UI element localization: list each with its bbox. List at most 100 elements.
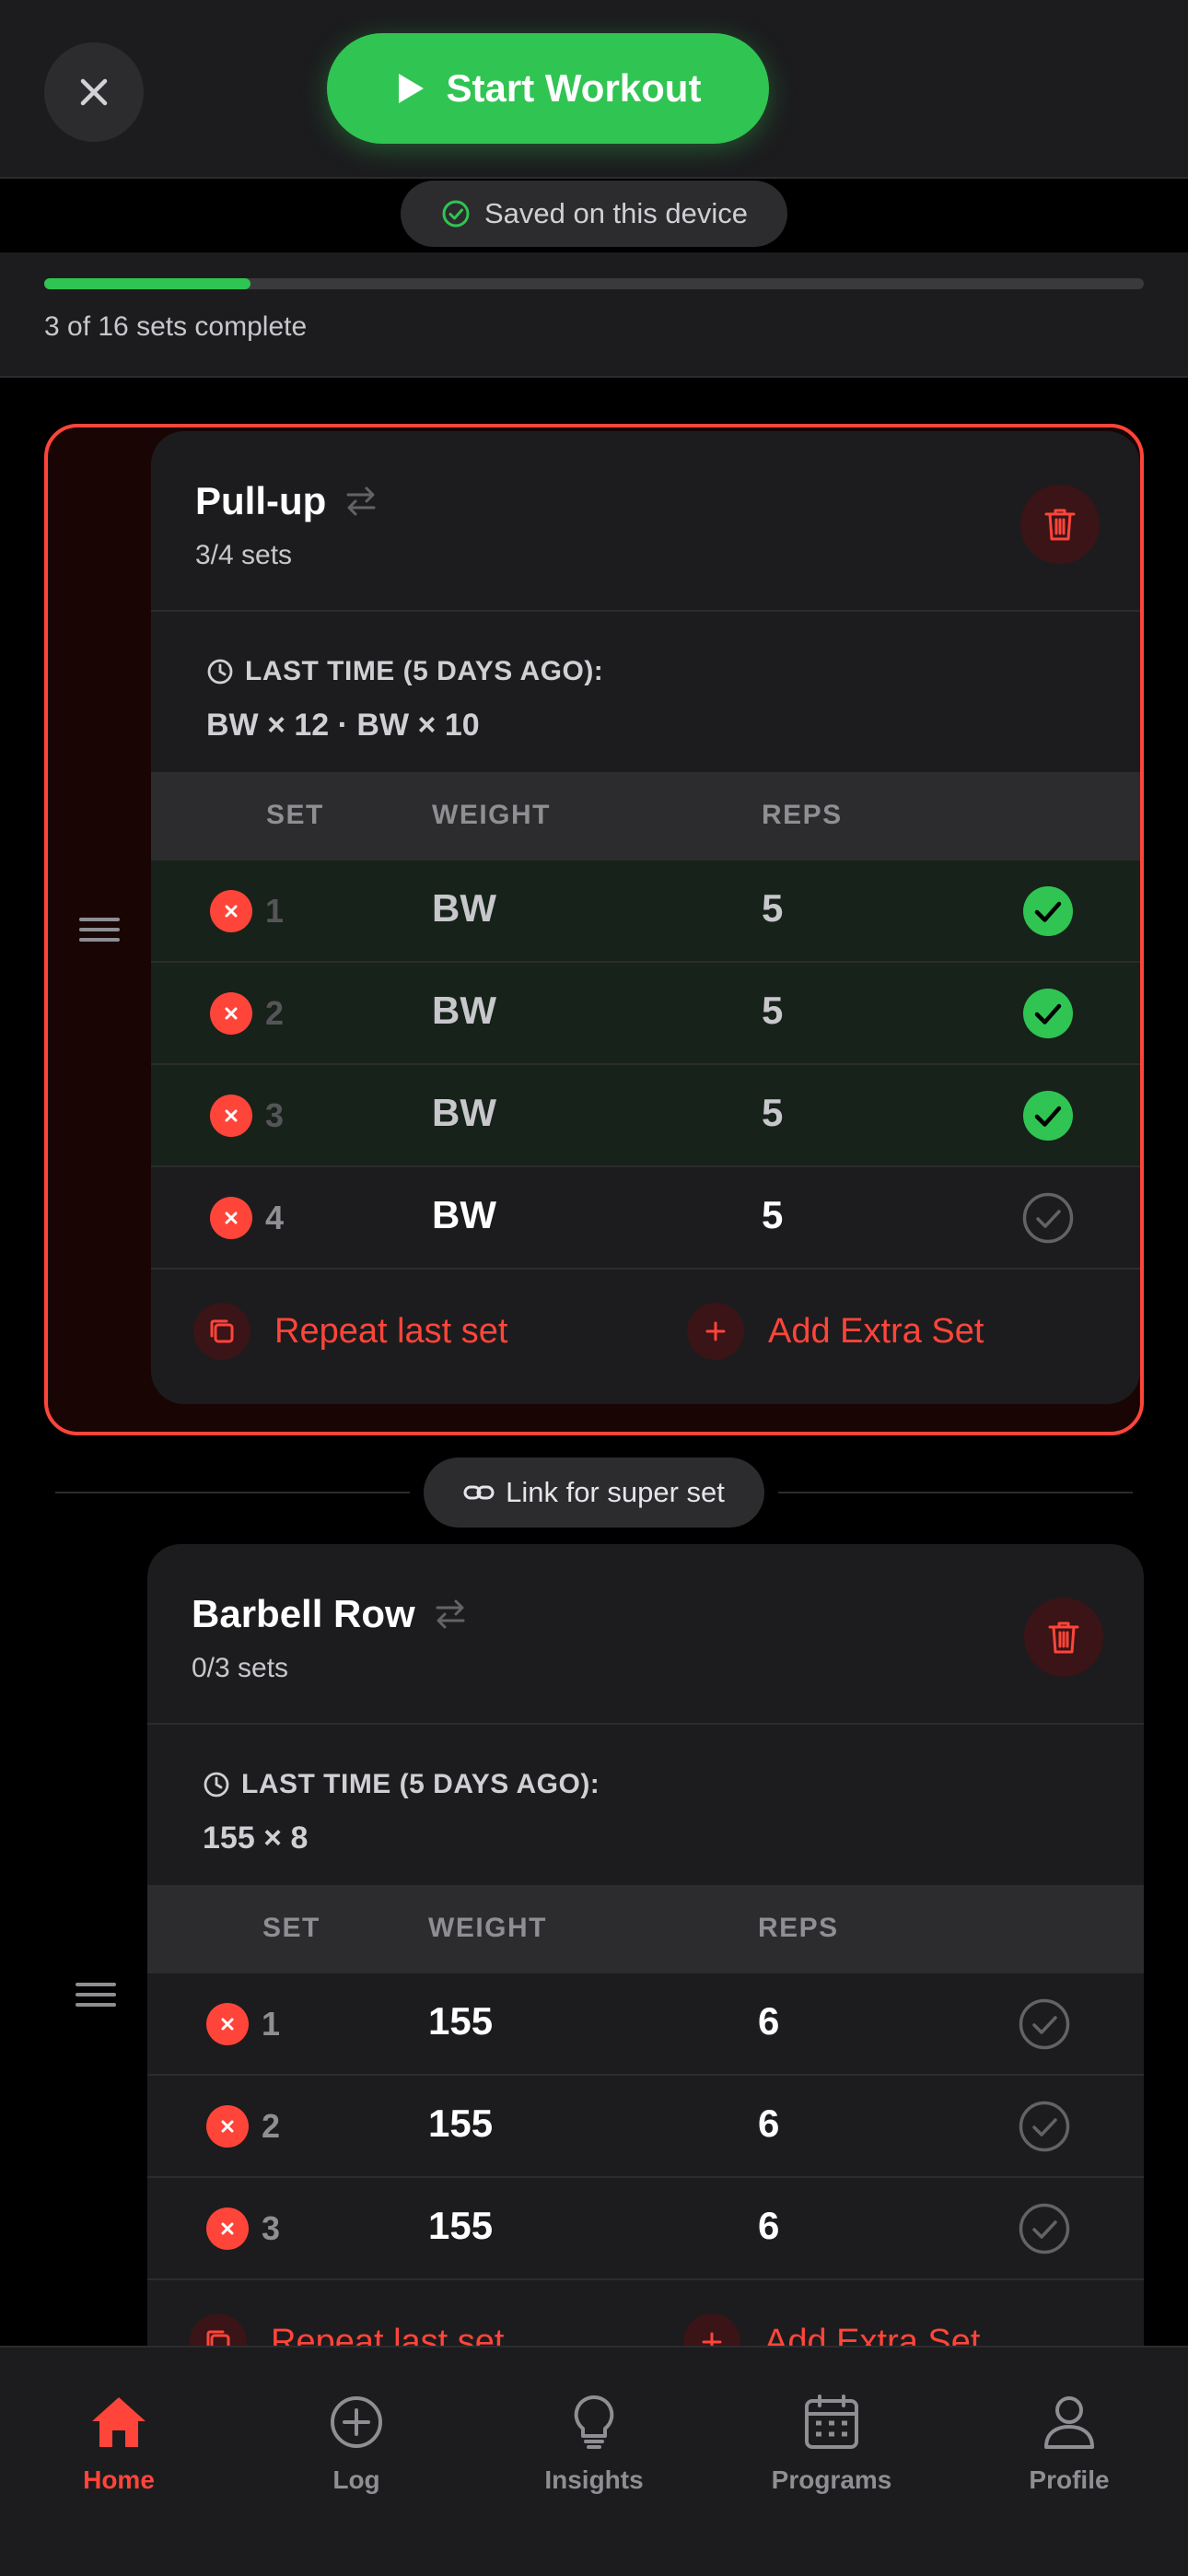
plus-circle-icon xyxy=(331,2396,382,2448)
divider xyxy=(778,1492,1133,1493)
swap-icon[interactable] xyxy=(432,1596,469,1633)
exercise-title[interactable]: Barbell Row xyxy=(192,1592,469,1636)
check-outline-icon[interactable] xyxy=(1018,2202,1071,2255)
sets-table-body: 1 BW 5 2 BW 5 3 BW 5 4 BW 5 xyxy=(151,859,1140,1268)
nav-programs-label: Programs xyxy=(771,2465,892,2494)
set-reps[interactable]: 5 xyxy=(762,886,783,931)
set-actions: Repeat last set Add Extra Set xyxy=(151,1268,1140,1397)
nav-log[interactable]: Log xyxy=(264,2394,448,2495)
remove-icon xyxy=(221,2018,234,2031)
remove-icon xyxy=(221,2222,234,2235)
check-circle-icon xyxy=(442,200,470,228)
set-weight[interactable]: 155 xyxy=(428,2204,493,2248)
remove-set-button[interactable] xyxy=(210,890,252,932)
remove-set-button[interactable] xyxy=(210,1197,252,1239)
set-weight[interactable]: BW xyxy=(432,989,496,1033)
link-superset-label: Link for super set xyxy=(506,1476,725,1508)
remove-set-button[interactable] xyxy=(210,1095,252,1137)
set-weight[interactable]: 155 xyxy=(428,2102,493,2146)
nav-profile[interactable]: Profile xyxy=(977,2394,1161,2495)
set-row: 3 155 6 xyxy=(147,2176,1144,2278)
saved-status-label: Saved on this device xyxy=(483,197,749,229)
user-icon xyxy=(1044,2396,1094,2449)
set-reps[interactable]: 5 xyxy=(762,989,783,1033)
nav-log-label: Log xyxy=(332,2465,380,2494)
set-reps[interactable]: 6 xyxy=(758,2102,779,2146)
remove-set-button[interactable] xyxy=(206,2105,249,2148)
set-weight[interactable]: BW xyxy=(432,1193,496,1237)
calendar-icon xyxy=(805,2395,858,2449)
exercise-sets-count: 0/3 sets xyxy=(192,1653,289,1683)
set-reps[interactable]: 5 xyxy=(762,1193,783,1237)
superset-link-row: Link for super set xyxy=(55,1458,1133,1528)
exercise-name: Barbell Row xyxy=(192,1592,415,1635)
check-complete-icon[interactable] xyxy=(1021,884,1075,938)
set-reps[interactable]: 5 xyxy=(762,1091,783,1135)
exercise-title[interactable]: Pull-up xyxy=(195,479,379,523)
drag-handle[interactable] xyxy=(44,1544,147,2445)
top-bar: Start Workout xyxy=(0,0,1188,179)
trash-icon xyxy=(1044,509,1076,541)
set-number: 3 xyxy=(265,1096,285,1134)
exercise-header: Barbell Row 0/3 sets xyxy=(147,1544,1144,1725)
drag-handle-icon xyxy=(76,1983,116,2007)
trash-icon xyxy=(1048,1622,1079,1654)
check-outline-icon[interactable] xyxy=(1021,1191,1075,1245)
drag-handle[interactable] xyxy=(48,427,151,1432)
remove-set-button[interactable] xyxy=(206,2207,249,2250)
last-time-label: LAST TIME (5 DAYS AGO): xyxy=(241,1769,600,1799)
last-time-section: LAST TIME (5 DAYS AGO): BW × 12 · BW × 1… xyxy=(151,612,1140,772)
check-complete-icon[interactable] xyxy=(1021,987,1075,1040)
nav-insights-label: Insights xyxy=(544,2465,644,2494)
drag-handle-icon xyxy=(79,918,120,942)
set-reps[interactable]: 6 xyxy=(758,1999,779,2043)
exercise-block-pull-up: Pull-up 3/4 sets LAST TIME (5 DAYS AGO):… xyxy=(44,424,1144,1435)
divider xyxy=(55,1492,410,1493)
remove-icon xyxy=(225,1212,238,1224)
remove-set-button[interactable] xyxy=(206,2003,249,2045)
set-row: 4 BW 5 xyxy=(151,1165,1140,1268)
saved-status-badge: Saved on this device xyxy=(401,181,787,247)
remove-icon xyxy=(225,905,238,918)
check-complete-icon[interactable] xyxy=(1021,1089,1075,1142)
nav-home[interactable]: Home xyxy=(27,2394,211,2495)
close-button[interactable] xyxy=(44,42,144,142)
delete-exercise-button[interactable] xyxy=(1020,485,1100,564)
set-number: 2 xyxy=(265,994,285,1032)
start-workout-button[interactable]: Start Workout xyxy=(327,33,769,144)
set-row: 2 155 6 xyxy=(147,2074,1144,2176)
check-outline-icon[interactable] xyxy=(1018,2100,1071,2153)
set-weight[interactable]: 155 xyxy=(428,1999,493,2043)
delete-exercise-button[interactable] xyxy=(1024,1598,1103,1677)
home-icon xyxy=(92,2397,146,2447)
last-time-label: LAST TIME (5 DAYS AGO): xyxy=(245,656,604,686)
exercise-card: Pull-up 3/4 sets LAST TIME (5 DAYS AGO):… xyxy=(151,431,1140,1404)
set-row: 1 155 6 xyxy=(147,1972,1144,2074)
nav-insights[interactable]: Insights xyxy=(502,2394,686,2495)
repeat-last-set-label: Repeat last set xyxy=(274,1311,508,1351)
remove-set-button[interactable] xyxy=(210,992,252,1035)
check-outline-icon[interactable] xyxy=(1018,1997,1071,2051)
workout-progress: 3 of 16 sets complete xyxy=(0,252,1188,378)
exercise-name: Pull-up xyxy=(195,479,327,522)
lightbulb-icon xyxy=(574,2395,614,2449)
set-reps[interactable]: 6 xyxy=(758,2204,779,2248)
add-extra-set-button[interactable]: Add Extra Set xyxy=(687,1303,984,1360)
link-superset-button[interactable]: Link for super set xyxy=(424,1458,764,1528)
clock-icon xyxy=(204,1772,229,1797)
last-time-value: 155 × 8 xyxy=(203,1821,309,1856)
bottom-navigation: Home Log Insights Programs Profile xyxy=(0,2346,1188,2576)
swap-icon[interactable] xyxy=(343,483,379,520)
play-icon xyxy=(398,74,424,103)
repeat-last-set-button[interactable]: Repeat last set xyxy=(193,1303,507,1360)
progress-bar-fill xyxy=(44,278,250,289)
set-number: 4 xyxy=(265,1199,285,1236)
set-number: 3 xyxy=(262,2209,281,2247)
sets-table-header: SET WEIGHT REPS xyxy=(147,1885,1144,1972)
set-weight[interactable]: BW xyxy=(432,1091,496,1135)
save-status-strip: Saved on this device xyxy=(0,181,1188,252)
remove-icon xyxy=(221,2120,234,2133)
nav-programs[interactable]: Programs xyxy=(740,2394,924,2495)
remove-icon xyxy=(225,1109,238,1122)
set-weight[interactable]: BW xyxy=(432,886,496,931)
